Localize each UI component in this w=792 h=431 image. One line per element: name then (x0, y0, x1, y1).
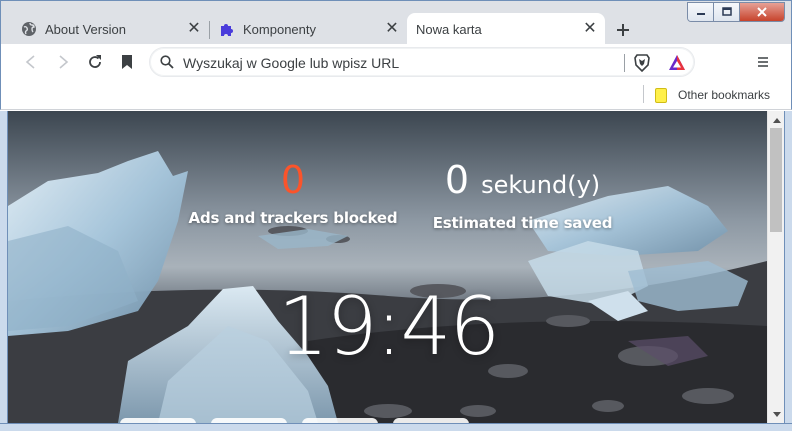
tab-strip: About Version ✕ Komponenty ✕ Nowa karta … (0, 0, 792, 45)
new-tab-page: 0 Ads and trackers blocked 0 sekund(y) E… (8, 111, 767, 423)
tab-title: About Version (45, 21, 126, 37)
window-frame-bottom (0, 423, 792, 431)
time-saved-stat: 0 sekund(y) Estimated time saved (420, 157, 625, 232)
window-frame-right (784, 111, 792, 431)
arrow-up-icon (772, 117, 781, 123)
ads-blocked-label: Ads and trackers blocked (188, 209, 398, 227)
tab-nowa-karta[interactable]: Nowa karta ✕ (407, 13, 605, 45)
brave-shields-icon[interactable] (634, 54, 650, 77)
close-icon (757, 7, 767, 17)
hamburger-menu-icon (758, 57, 768, 67)
clock: 19:46 (277, 280, 501, 373)
window-controls (687, 2, 785, 22)
maximize-button[interactable] (714, 3, 740, 21)
ads-blocked-stat: 0 Ads and trackers blocked (183, 157, 403, 227)
close-tab-icon[interactable]: ✕ (185, 20, 203, 38)
forward-button[interactable] (51, 50, 75, 74)
ads-blocked-count: 0 (280, 158, 306, 202)
back-arrow-icon (25, 55, 35, 69)
vertical-scrollbar[interactable] (767, 111, 784, 423)
forward-arrow-icon (59, 55, 69, 69)
globe-icon (21, 21, 37, 37)
other-bookmarks-label: Other bookmarks (678, 88, 771, 102)
menu-button[interactable] (751, 50, 775, 74)
bookmark-icon (122, 55, 132, 69)
back-button[interactable] (19, 50, 43, 74)
close-tab-icon[interactable]: ✕ (581, 20, 599, 38)
arrow-down-icon (772, 411, 781, 417)
new-tab-button[interactable] (611, 18, 635, 42)
tab-about-version[interactable]: About Version ✕ (11, 13, 210, 45)
time-saved-label: Estimated time saved (432, 214, 613, 232)
tab-title: Komponenty (243, 21, 316, 37)
bookmarks-bar: Other bookmarks (0, 79, 792, 110)
scroll-up-button[interactable] (768, 111, 785, 128)
scroll-down-button[interactable] (768, 406, 785, 423)
maximize-icon (721, 7, 732, 16)
tab-title: Nowa karta (416, 21, 482, 37)
tab-komponenty[interactable]: Komponenty ✕ (209, 13, 408, 45)
omnibox-divider (624, 54, 625, 72)
minimize-icon (696, 13, 705, 15)
scroll-thumb[interactable] (770, 128, 782, 232)
address-bar[interactable] (149, 47, 695, 77)
reload-button[interactable] (83, 50, 107, 74)
toolbar (0, 44, 792, 79)
reload-icon (89, 55, 101, 68)
bookmark-button[interactable] (115, 50, 139, 74)
address-input[interactable] (183, 53, 613, 73)
bookmarks-divider (643, 85, 644, 103)
close-tab-icon[interactable]: ✕ (383, 20, 401, 38)
plus-icon (617, 24, 629, 36)
search-icon (160, 55, 174, 74)
folder-icon (655, 87, 667, 103)
close-window-button[interactable] (740, 3, 784, 21)
other-bookmarks-button[interactable]: Other bookmarks (655, 85, 770, 105)
window-frame-left (0, 111, 8, 431)
minimize-button[interactable] (688, 3, 714, 21)
time-saved-unit: sekund(y) (481, 171, 601, 199)
time-saved-count: 0 (444, 158, 470, 202)
puzzle-icon (219, 21, 235, 37)
brave-rewards-icon[interactable] (668, 54, 686, 77)
